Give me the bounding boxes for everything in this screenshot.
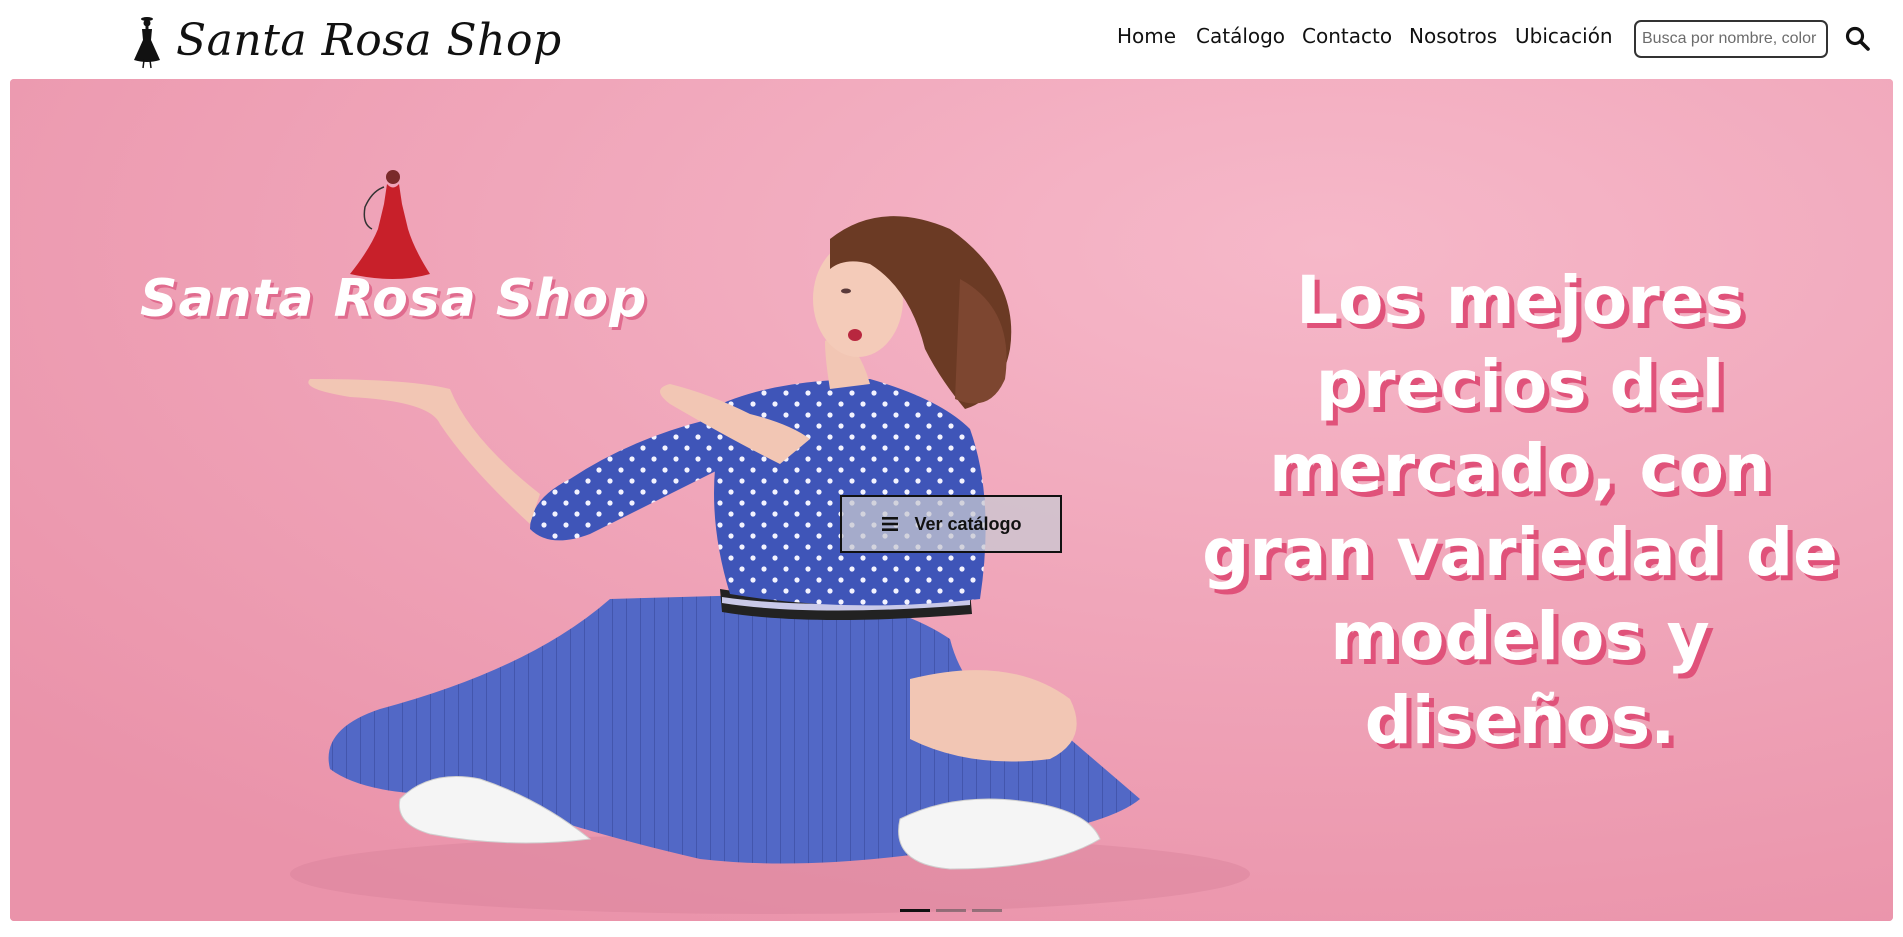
hero-carousel: Santa Rosa Shop Los mejores precios del … xyxy=(10,79,1893,921)
brand-name: Santa Rosa Shop xyxy=(176,14,562,66)
ver-catalogo-button[interactable]: Ver catálogo xyxy=(840,495,1062,553)
nav-link-nosotros[interactable]: Nosotros xyxy=(1409,24,1497,48)
carousel-indicator-3[interactable] xyxy=(972,909,1002,912)
hero-logo-text: Santa Rosa Shop xyxy=(140,269,648,329)
search-input[interactable] xyxy=(1634,20,1828,58)
search-icon[interactable] xyxy=(1843,24,1873,54)
carousel-indicators xyxy=(900,909,1002,912)
nav-link-catalogo[interactable]: Catálogo xyxy=(1196,24,1285,48)
woman-in-dress-icon xyxy=(134,17,160,69)
nav-link-contacto[interactable]: Contacto xyxy=(1302,24,1392,48)
carousel-indicator-2[interactable] xyxy=(936,909,966,912)
hero-headline: Los mejores precios del mercado, con gra… xyxy=(1202,262,1838,759)
navbar: Santa Rosa Shop Home Catálogo Contacto N… xyxy=(0,0,1903,78)
brand-link[interactable]: Santa Rosa Shop xyxy=(128,10,562,70)
ver-catalogo-label: Ver catálogo xyxy=(914,513,1022,534)
nav-link-ubicacion[interactable]: Ubicación xyxy=(1515,24,1613,48)
list-icon xyxy=(882,517,899,531)
nav-link-home[interactable]: Home xyxy=(1117,24,1176,48)
carousel-indicator-1[interactable] xyxy=(900,909,930,912)
